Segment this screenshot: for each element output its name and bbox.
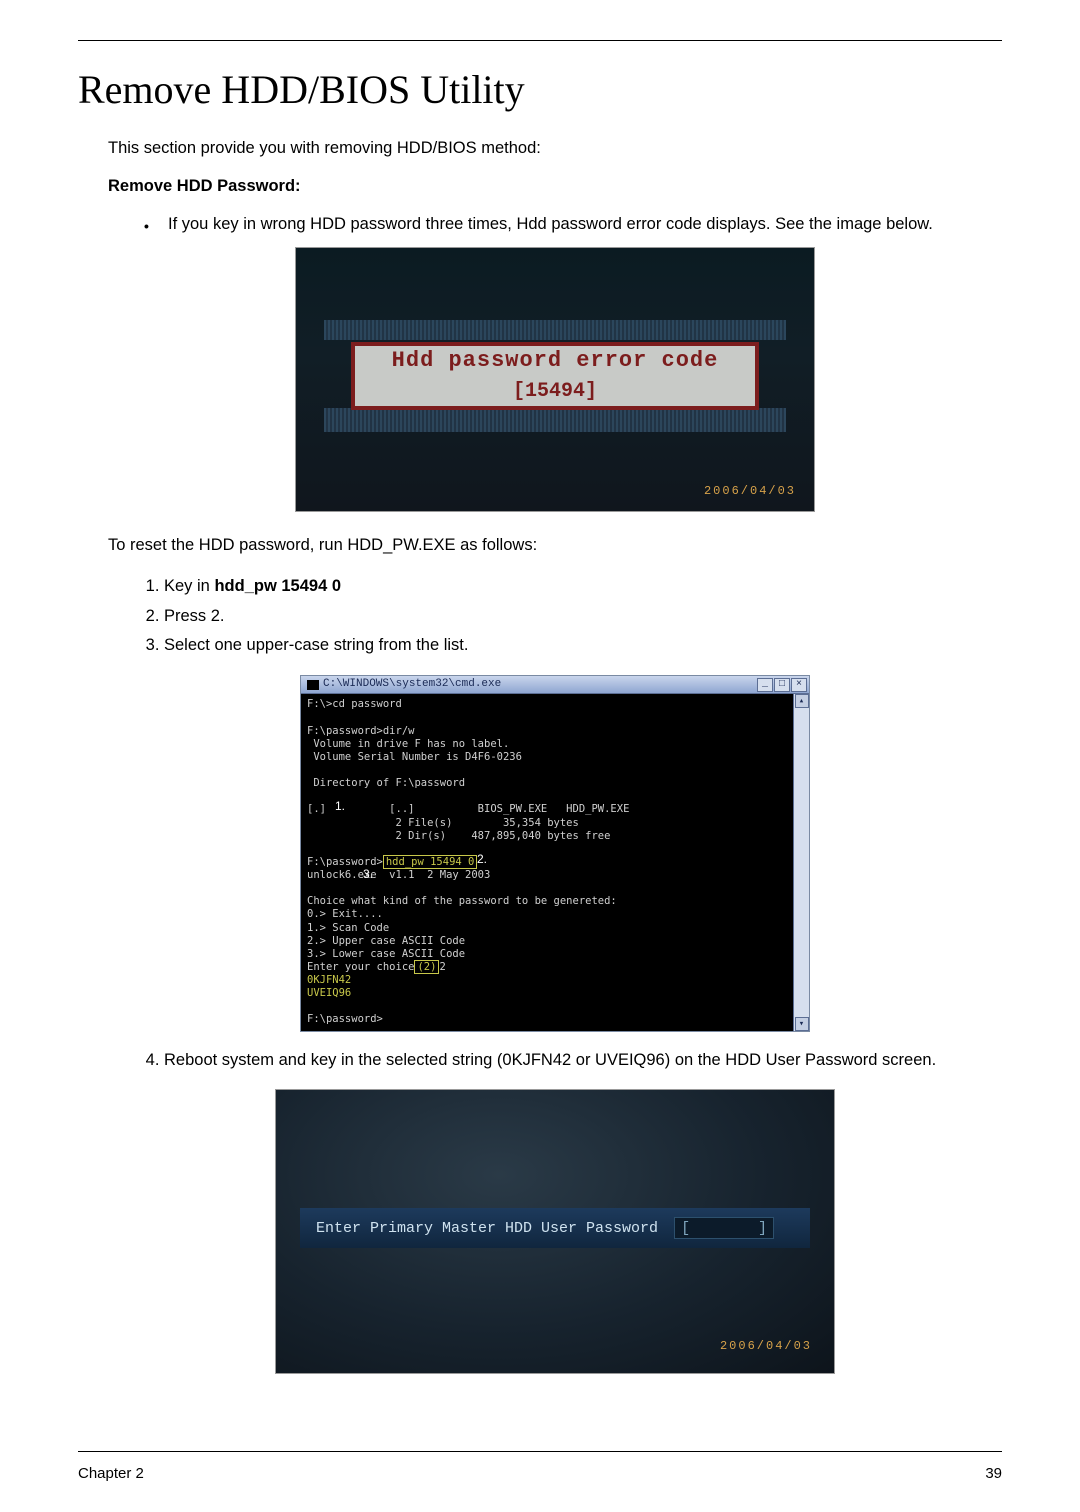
bracket-left: [: [681, 1218, 690, 1240]
steps-list-a: Key in hdd_pw 15494 0 Press 2. Select on…: [164, 572, 1002, 662]
rule-top: [78, 40, 1002, 41]
bullet-dot: •: [144, 213, 168, 236]
figure-3-wrap: Enter Primary Master HDD User Password […: [108, 1089, 1002, 1382]
step-1-cmd: hdd_pw 15494 0: [214, 577, 341, 595]
step-1: Key in hdd_pw 15494 0: [164, 572, 1002, 602]
maximize-button[interactable]: □: [774, 678, 790, 692]
annotation-1: 1.: [335, 798, 345, 815]
steps-list-b: Reboot system and key in the selected st…: [164, 1046, 1002, 1076]
footer-left: Chapter 2: [78, 1465, 144, 1482]
step-4: Reboot system and key in the selected st…: [164, 1046, 1002, 1076]
hdd-error-line2: [15494]: [513, 377, 597, 406]
figure-1-wrap: Hdd password error code [15494] 2006/04/…: [108, 247, 1002, 520]
hdd-error-photo: Hdd password error code [15494] 2006/04/…: [295, 247, 815, 512]
minimize-button[interactable]: _: [757, 678, 773, 692]
page: Remove HDD/BIOS Utility This section pro…: [0, 0, 1080, 1512]
cmd-title-text: C:\WINDOWS\system32\cmd.exe: [323, 677, 501, 693]
terminal-output: F:\>cd password F:\password>dir/w Volume…: [307, 698, 803, 1026]
highlight-choice: (2): [414, 960, 439, 974]
highlight-cmd: hdd_pw 15494 0: [383, 855, 478, 869]
hdd-password-bar: Enter Primary Master HDD User Password […: [300, 1208, 810, 1248]
hdd-password-field[interactable]: [ ]: [674, 1217, 774, 1239]
cmd-window: C:\WINDOWS\system32\cmd.exe _□× ▴ ▾ F:\>…: [300, 675, 810, 1031]
annotation-3: 3.: [363, 866, 373, 883]
step-3: Select one upper-case string from the li…: [164, 631, 1002, 661]
page-title: Remove HDD/BIOS Utility: [78, 66, 1002, 113]
hdd-password-prompt-photo: Enter Primary Master HDD User Password […: [275, 1089, 835, 1374]
rule-bottom: [78, 1451, 1002, 1452]
close-button[interactable]: ×: [791, 678, 807, 692]
scroll-up-icon[interactable]: ▴: [795, 694, 809, 708]
body: This section provide you with removing H…: [108, 137, 1002, 1382]
step-1-pre: Key in: [164, 577, 214, 595]
intro-text: This section provide you with removing H…: [108, 137, 1002, 161]
generated-code-1: 0KJFN42: [307, 974, 351, 986]
cmd-icon: [307, 680, 319, 690]
footer-right: 39: [985, 1465, 1002, 1482]
scroll-down-icon[interactable]: ▾: [795, 1017, 809, 1031]
page-footer: Chapter 2 39: [78, 1465, 1002, 1482]
bullet-item: • If you key in wrong HDD password three…: [144, 213, 1002, 237]
scanline-band: [324, 320, 786, 340]
hdd-error-line1: Hdd password error code: [392, 345, 719, 377]
step-2: Press 2.: [164, 602, 1002, 632]
window-buttons: _□×: [756, 677, 807, 693]
cmd-terminal: ▴ ▾ F:\>cd password F:\password>dir/w Vo…: [301, 694, 809, 1030]
cmd-titlebar: C:\WINDOWS\system32\cmd.exe _□×: [301, 676, 809, 694]
bracket-right: ]: [758, 1218, 767, 1240]
hdd-password-label: Enter Primary Master HDD User Password: [316, 1218, 658, 1240]
bullet-text: If you key in wrong HDD password three t…: [168, 213, 1002, 237]
generated-code-2: UVEIQ96: [307, 987, 351, 999]
remove-hdd-heading: Remove HDD Password:: [108, 175, 1002, 199]
scrollbar[interactable]: ▴ ▾: [793, 694, 809, 1030]
reset-instruction: To reset the HDD password, run HDD_PW.EX…: [108, 534, 1002, 558]
photo-date: 2006/04/03: [704, 483, 796, 500]
annotation-2: 2.: [477, 851, 487, 868]
hdd-error-box: Hdd password error code [15494]: [351, 342, 759, 410]
scanline-band: [324, 408, 786, 432]
figure-2-wrap: C:\WINDOWS\system32\cmd.exe _□× ▴ ▾ F:\>…: [108, 675, 1002, 1031]
photo-date: 2006/04/03: [720, 1338, 812, 1355]
